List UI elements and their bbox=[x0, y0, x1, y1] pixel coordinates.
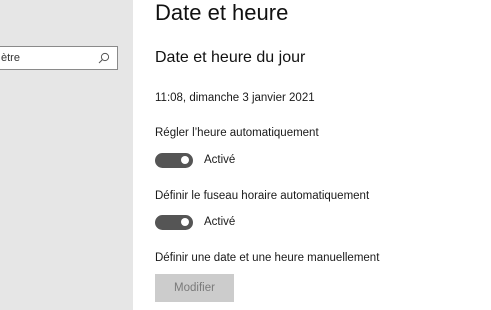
section-title: Date et heure du jour bbox=[155, 49, 306, 66]
auto-time-state: Activé bbox=[204, 154, 236, 166]
toggle-knob bbox=[181, 218, 189, 226]
sidebar bbox=[0, 0, 133, 310]
auto-timezone-toggle-row[interactable]: Activé bbox=[155, 212, 235, 232]
modify-button[interactable]: Modifier bbox=[155, 274, 234, 302]
search-icon[interactable] bbox=[98, 52, 110, 64]
auto-timezone-toggle[interactable] bbox=[155, 214, 193, 230]
search-input[interactable] bbox=[0, 47, 101, 69]
auto-time-toggle[interactable] bbox=[155, 152, 193, 168]
toggle-knob bbox=[181, 156, 189, 164]
page-title: Date et heure bbox=[155, 0, 289, 25]
auto-timezone-label: Définir le fuseau horaire automatiquemen… bbox=[155, 190, 370, 202]
current-datetime: 11:08, dimanche 3 janvier 2021 bbox=[155, 92, 315, 104]
auto-timezone-state: Activé bbox=[204, 216, 236, 228]
auto-time-label: Régler l’heure automatiquement bbox=[155, 127, 319, 139]
search-box[interactable] bbox=[0, 46, 118, 70]
main-content: Date et heure Date et heure du jour 11:0… bbox=[155, 0, 485, 310]
auto-time-toggle-row[interactable]: Activé bbox=[155, 150, 235, 170]
manual-datetime-label: Définir une date et une heure manuelleme… bbox=[155, 252, 380, 264]
